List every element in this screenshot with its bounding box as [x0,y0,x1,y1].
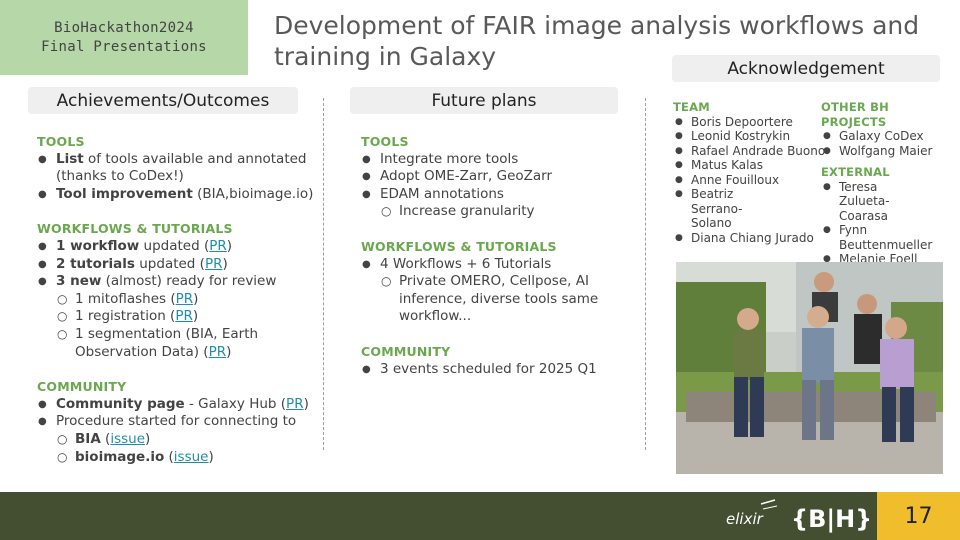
svg-text:{B|H}: {B|H} [791,505,869,533]
team-member: Beatriz Serrano-Solano [673,187,778,231]
team-member: Diana Chiang Jurado [673,231,823,246]
list-item: EDAM annotations [361,186,641,204]
list-item: 3 new (almost) ready for review [37,273,321,291]
section-title-external: EXTERNAL [821,165,890,179]
pr-link[interactable]: PR [205,256,223,272]
future-plans-header: Future plans [350,87,618,114]
list-item: Integrate more tools [361,151,641,169]
team-member: Rafael Andrade Buono [673,144,825,159]
achievements-list: TOOLS List of tools available and annota… [37,133,321,466]
event-line-1: BioHackathon2024 [54,19,194,36]
pr-link[interactable]: PR [209,238,227,254]
page-number: 17 [877,492,960,540]
section-title-community: COMMUNITY [361,343,451,359]
future-plans-list: TOOLS Integrate more tools Adopt OME-Zar… [361,133,641,378]
issue-link[interactable]: issue [110,431,145,447]
section-title-community: COMMUNITY [37,379,127,395]
sub-list-item: Private OMERO, Cellpose, AI inference, d… [361,273,641,326]
section-title-tools: TOOLS [361,134,409,149]
column-divider [323,98,324,450]
column-divider [645,98,646,450]
team-member: Matus Kalas [673,158,823,173]
acknowledgement-header: Acknowledgement [672,55,940,82]
event-line-2: Final Presentations [41,38,207,55]
team-member: Leonid Kostrykin [673,129,823,144]
list-item: Teresa Zulueta-Coarasa [821,180,931,224]
sub-list-item: BIA (issue) [37,431,321,449]
pr-link[interactable]: PR [176,291,194,307]
sub-list-item: 1 registration (PR) [37,308,321,326]
sub-list-item: bioimage.io (issue) [37,449,321,467]
list-item: Galaxy CoDex [821,129,951,144]
list-item: 4 Workflows + 6 Tutorials [361,256,641,274]
list-item: Adopt OME-Zarr, GeoZarr [361,168,641,186]
pr-link[interactable]: PR [175,308,193,324]
list-item: Fynn Beuttenmueller [821,223,936,252]
pr-link[interactable]: PR [209,344,227,360]
event-label: BioHackathon2024 Final Presentations [0,0,248,75]
section-title-tools: TOOLS [37,134,85,149]
list-item: 3 events scheduled for 2025 Q1 [361,361,641,379]
svg-text:elixir: elixir [726,510,764,528]
sub-list-item: 1 mitoflashes (PR) [37,291,321,309]
team-list: TEAM Boris Depoortere Leonid Kostrykin R… [673,100,825,246]
team-member: Anne Fouilloux [673,173,823,188]
elixir-logo: elixir [723,498,779,536]
list-item: 2 tutorials updated (PR) [37,256,321,274]
list-item: Tool improvement (BIA,bioimage.io) [37,186,321,204]
list-item: Community page - Galaxy Hub (PR) [37,396,321,414]
team-member: Boris Depoortere [673,115,823,130]
section-title-team: TEAM [673,100,710,114]
list-item: 1 workflow updated (PR) [37,238,321,256]
biohackathon-logo: {B|H} [789,498,872,536]
section-title-workflows: WORKFLOWS & TUTORIALS [361,238,557,254]
list-item: List of tools available and annotated (t… [37,151,321,186]
list-item: Wolfgang Maier [821,144,951,159]
section-title-workflows: WORKFLOWS & TUTORIALS [37,221,233,237]
sub-list-item: Increase granularity [361,203,641,221]
issue-link[interactable]: issue [174,449,209,465]
sub-list-item: 1 segmentation (BIA, Earth Observation D… [37,326,321,361]
section-title-other-projects: OTHER BH PROJECTS [821,100,889,129]
pr-link[interactable]: PR [286,396,304,412]
other-projects-list: OTHER BH PROJECTS Galaxy CoDex Wolfgang … [821,100,951,267]
list-item: Procedure started for connecting to [37,413,321,431]
achievements-header: Achievements/Outcomes [28,87,298,114]
team-photo [676,262,943,474]
